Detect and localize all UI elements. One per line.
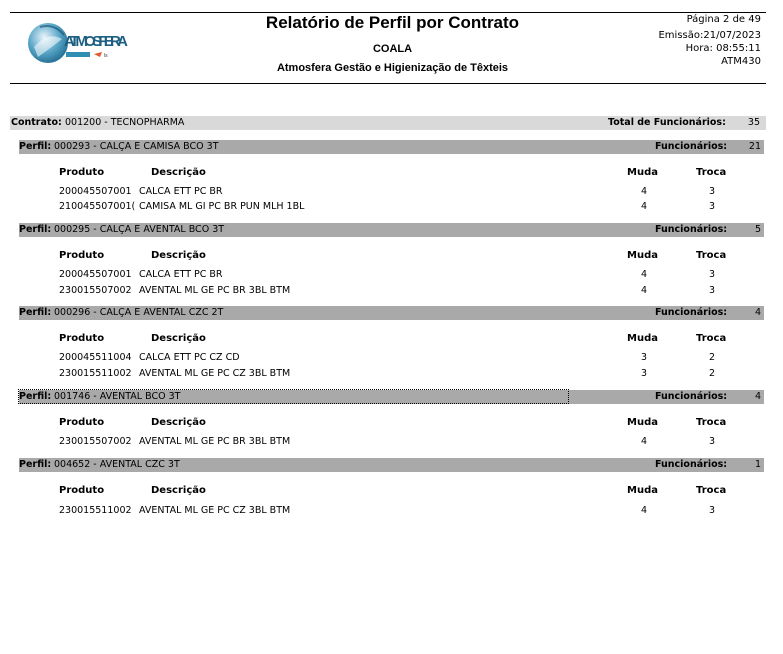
col-header-troca: Troca <box>696 167 727 178</box>
col-header-produto: Produto <box>59 333 105 344</box>
cell-troca: 2 <box>709 368 716 379</box>
total-employees-value: 35 <box>747 117 760 128</box>
employees-count: 1 <box>754 459 761 470</box>
profile-bar: Perfil: 000293 - CALÇA E CAMISA BCO 3T F… <box>19 140 764 154</box>
cell-muda: 3 <box>641 352 648 363</box>
profile-label: Perfil: <box>19 391 52 402</box>
cell-muda: 4 <box>641 285 648 296</box>
profile-bar: Perfil: 000295 - CALÇA E AVENTAL BCO 3T … <box>19 223 764 237</box>
col-header-descricao: Descrição <box>151 250 206 261</box>
col-header-descricao: Descrição <box>151 417 206 428</box>
employees-label: Funcionários: <box>655 141 728 152</box>
header-bottom-rule <box>10 83 766 84</box>
col-header-troca: Troca <box>696 485 727 496</box>
col-header-produto: Produto <box>59 250 105 261</box>
cell-descricao: CALCA ETT PC BR <box>139 186 223 197</box>
col-header-muda: Muda <box>627 250 658 261</box>
cell-produto: 230015511002 <box>59 505 132 516</box>
profile-code: 000295 - CALÇA E AVENTAL BCO 3T <box>54 224 225 235</box>
cell-muda: 4 <box>641 201 648 212</box>
col-header-descricao: Descrição <box>151 333 206 344</box>
col-header-troca: Troca <box>696 333 727 344</box>
col-header-descricao: Descrição <box>151 167 206 178</box>
cell-troca: 3 <box>709 436 716 447</box>
cell-produto: 200045511004 <box>59 352 132 363</box>
contract-label: Contrato: <box>11 117 62 128</box>
cell-troca: 3 <box>709 201 716 212</box>
employees-count: 5 <box>754 224 761 235</box>
emission-date: Emissão:21/07/2023 <box>658 30 761 41</box>
employees-label: Funcionários: <box>655 224 728 235</box>
logo-text: ATMOSFERA <box>64 33 128 50</box>
report-subtitle: COALA <box>372 43 413 55</box>
report-code: ATM430 <box>721 56 761 67</box>
col-header-muda: Muda <box>627 333 658 344</box>
cell-descricao: AVENTAL ML GE PC BR 3BL BTM <box>139 436 291 447</box>
svg-text:ls: ls <box>104 53 108 59</box>
col-header-muda: Muda <box>627 167 658 178</box>
cell-troca: 3 <box>709 186 716 197</box>
employees-label: Funcionários: <box>655 307 728 318</box>
col-header-produto: Produto <box>59 417 105 428</box>
col-header-troca: Troca <box>696 250 727 261</box>
page-number: Página 2 de 49 <box>686 14 761 25</box>
cell-descricao: AVENTAL ML GE PC BR 3BL BTM <box>139 285 291 296</box>
cell-troca: 3 <box>709 505 716 516</box>
profile-bar: Perfil: 004652 - AVENTAL CZC 3T Funcioná… <box>19 458 764 472</box>
profile-bar: Perfil: 001746 - AVENTAL BCO 3T Funcioná… <box>18 389 764 404</box>
col-header-descricao: Descrição <box>151 485 206 496</box>
employees-label: Funcionários: <box>655 459 728 470</box>
profile-label: Perfil: <box>19 307 52 318</box>
profile-bar: Perfil: 000296 - CALÇA E AVENTAL CZC 2T … <box>19 306 764 320</box>
profile-label: Perfil: <box>19 224 52 235</box>
cell-descricao: CAMISA ML GI PC BR PUN MLH 1BL <box>139 201 305 212</box>
cell-muda: 4 <box>641 436 648 447</box>
emission-time: Hora: 08:55:11 <box>685 43 761 54</box>
profile-code: 000293 - CALÇA E CAMISA BCO 3T <box>54 141 219 152</box>
cell-troca: 3 <box>709 285 716 296</box>
cell-descricao: AVENTAL ML GE PC CZ 3BL BTM <box>139 505 291 516</box>
cell-muda: 3 <box>641 368 648 379</box>
contract-bar: Contrato: 001200 - TECNOPHARMA Total de … <box>10 116 766 130</box>
cell-descricao: AVENTAL ML GE PC CZ 3BL BTM <box>139 368 291 379</box>
profile-code: 004652 - AVENTAL CZC 3T <box>54 459 180 470</box>
company-name: Atmosfera Gestão e Higienização de Têxte… <box>276 62 509 74</box>
cell-troca: 2 <box>709 352 716 363</box>
cell-descricao: CALCA ETT PC BR <box>139 269 223 280</box>
cell-troca: 3 <box>709 269 716 280</box>
cell-descricao: CALCA ETT PC CZ CD <box>139 352 240 363</box>
profile-label: Perfil: <box>19 459 52 470</box>
cell-muda: 4 <box>641 505 648 516</box>
contract-value: 001200 - TECNOPHARMA <box>65 117 185 128</box>
employees-count: 4 <box>754 391 761 402</box>
cell-produto: 210045507001( <box>59 201 136 212</box>
total-employees-label: Total de Funcionários: <box>608 117 726 128</box>
col-header-muda: Muda <box>627 485 658 496</box>
employees-count: 4 <box>754 307 761 318</box>
col-header-troca: Troca <box>696 417 727 428</box>
company-logo: ATMOSFERA ls <box>28 17 132 69</box>
cell-produto: 230015507002 <box>59 285 132 296</box>
cell-produto: 200045507001 <box>59 269 132 280</box>
cell-produto: 230015511002 <box>59 368 132 379</box>
profile-code: 001746 - AVENTAL BCO 3T <box>54 391 181 402</box>
cell-produto: 230015507002 <box>59 436 132 447</box>
col-header-produto: Produto <box>59 485 105 496</box>
profile-code: 000296 - CALÇA E AVENTAL CZC 2T <box>54 307 224 318</box>
header-top-rule <box>10 12 766 13</box>
col-header-muda: Muda <box>627 417 658 428</box>
employees-count: 21 <box>748 141 761 152</box>
employees-label: Funcionários: <box>655 391 728 402</box>
cell-muda: 4 <box>641 269 648 280</box>
cell-produto: 200045507001 <box>59 186 132 197</box>
col-header-produto: Produto <box>59 167 105 178</box>
profile-label: Perfil: <box>19 141 52 152</box>
cell-muda: 4 <box>641 186 648 197</box>
report-title: Relatório de Perfil por Contrato <box>265 13 520 32</box>
